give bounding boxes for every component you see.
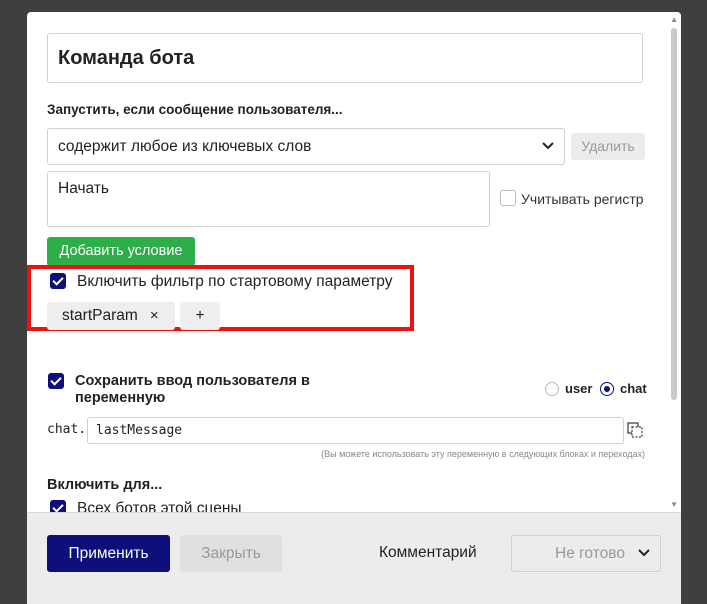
- scroll-down-icon[interactable]: ▼: [670, 500, 678, 509]
- all-bots-label: Всех ботов этой сцены: [77, 500, 242, 512]
- status-select[interactable]: Не готово: [511, 535, 661, 572]
- chevron-down-icon: [542, 129, 554, 177]
- add-start-param-button[interactable]: +: [180, 302, 220, 330]
- dialog-body[interactable]: Команда бота Запустить, если сообщение п…: [27, 12, 681, 512]
- scroll-up-icon[interactable]: ▲: [670, 15, 678, 24]
- case-sensitive-checkbox[interactable]: [500, 190, 516, 206]
- add-condition-button[interactable]: Добавить условие: [47, 237, 195, 266]
- plus-icon: +: [195, 307, 205, 324]
- close-icon[interactable]: ×: [150, 307, 159, 324]
- dialog-footer: Применить Закрыть Комментарий Не готово: [27, 512, 681, 604]
- apply-button[interactable]: Применить: [47, 535, 170, 572]
- case-sensitive-label: Учитывать регистр: [521, 191, 644, 207]
- chevron-down-icon: [638, 536, 650, 584]
- start-param-filter-label: Включить фильтр по стартовому параметру: [77, 273, 393, 290]
- scrollbar-thumb[interactable]: [671, 28, 677, 400]
- save-input-checkbox[interactable]: [48, 373, 64, 389]
- start-param-filter-checkbox[interactable]: [50, 273, 66, 289]
- status-select-value: Не готово: [555, 545, 625, 562]
- start-param-chip: startParam ×: [47, 302, 175, 330]
- variable-hint: (Вы можете использовать эту переменную в…: [321, 449, 645, 459]
- keywords-textarea[interactable]: Начать: [47, 171, 490, 227]
- condition-select-value: содержит любое из ключевых слов: [58, 138, 312, 155]
- scope-radio-user[interactable]: [545, 382, 559, 396]
- variable-prefix: chat.: [47, 422, 87, 437]
- command-title-input[interactable]: Команда бота: [47, 33, 643, 83]
- scope-radio-user-label: user: [565, 381, 593, 396]
- trigger-label: Запустить, если сообщение пользователя..…: [47, 102, 343, 117]
- scope-radio-chat[interactable]: [600, 382, 614, 396]
- close-button[interactable]: Закрыть: [180, 535, 282, 572]
- delete-condition-button[interactable]: Удалить: [571, 133, 645, 160]
- command-dialog: Команда бота Запустить, если сообщение п…: [27, 12, 681, 604]
- save-input-label: Сохранить ввод пользователя в переменную: [75, 373, 310, 406]
- variable-name-input[interactable]: lastMessage: [87, 417, 624, 444]
- all-bots-checkbox[interactable]: [50, 500, 66, 512]
- condition-select[interactable]: содержит любое из ключевых слов: [47, 128, 565, 165]
- copy-icon[interactable]: [627, 422, 643, 438]
- scope-radio-chat-label: chat: [620, 381, 647, 396]
- scrollbar[interactable]: [667, 12, 681, 512]
- start-param-chip-label: startParam: [62, 307, 138, 324]
- comment-button[interactable]: Комментарий: [379, 544, 477, 562]
- include-for-label: Включить для...: [47, 477, 163, 493]
